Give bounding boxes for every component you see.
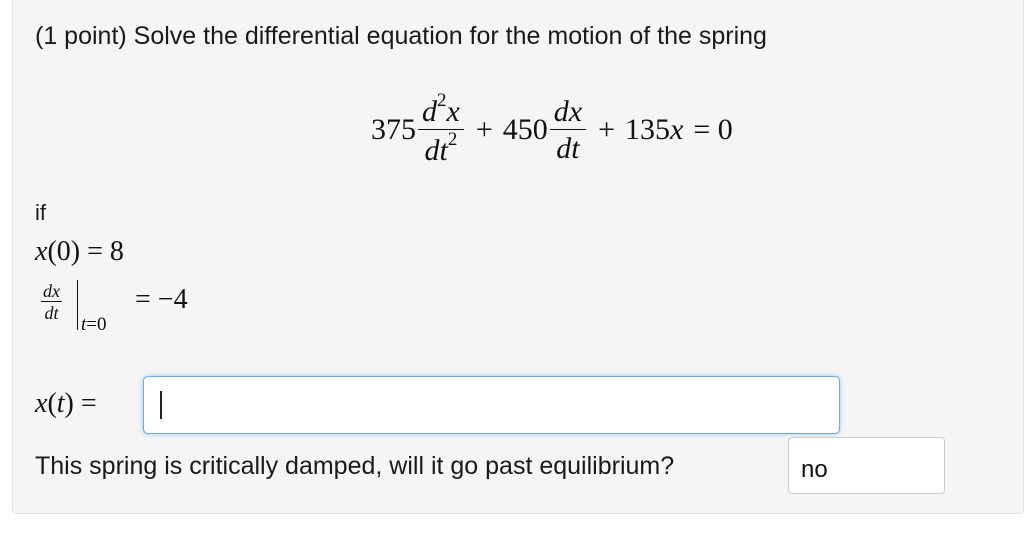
equilibrium-question: This spring is critically damped, will i… [35, 452, 675, 480]
argument: (0) [47, 236, 81, 267]
problem-panel: (1 point) Solve the differential equatio… [12, 0, 1024, 514]
differential-equation: 375 d2x dt2 + 450 dx dt + 135 x = 0 [371, 82, 733, 178]
first-derivative-fraction: dx dt [549, 96, 587, 165]
dt-superscript: 2 [447, 128, 458, 150]
derivative-fraction: dx dt [41, 282, 62, 322]
second-derivative-fraction: d2x dt2 [418, 91, 464, 167]
x-variable: x [670, 113, 684, 146]
evaluation-bar [77, 280, 78, 330]
x-variable: x [35, 236, 48, 267]
condition-value: = −4 [135, 284, 188, 315]
initial-condition-position: x(0) = 8 [35, 236, 124, 268]
plus-operator: + [475, 113, 493, 146]
text-caret [160, 391, 162, 419]
coefficient-c: 135 [625, 113, 670, 146]
solution-input[interactable] [143, 376, 840, 434]
order-superscript: 2 [437, 89, 447, 111]
evaluation-subscript: t=0 [81, 314, 107, 335]
equilibrium-answer-field[interactable]: no [788, 437, 945, 494]
equals-zero: = 0 [693, 113, 733, 146]
plus-operator: + [598, 113, 615, 146]
problem-prompt: (1 point) Solve the differential equatio… [35, 22, 767, 50]
dt-symbol: dt [424, 133, 448, 167]
dx-symbol: dx [41, 281, 62, 302]
x-variable: x [446, 94, 460, 128]
coefficient-a: 375 [371, 113, 416, 146]
coefficient-b: 450 [502, 113, 548, 146]
condition-value: = 8 [87, 236, 124, 267]
dt-symbol: dt [44, 303, 59, 323]
initial-condition-velocity: dx dt t=0 = −4 [35, 278, 295, 340]
answer-label: x(t) = [35, 388, 97, 419]
dt-symbol: dt [556, 131, 580, 165]
if-label: if [35, 200, 46, 225]
d-symbol: d [422, 94, 437, 128]
dx-symbol: dx [549, 96, 587, 130]
